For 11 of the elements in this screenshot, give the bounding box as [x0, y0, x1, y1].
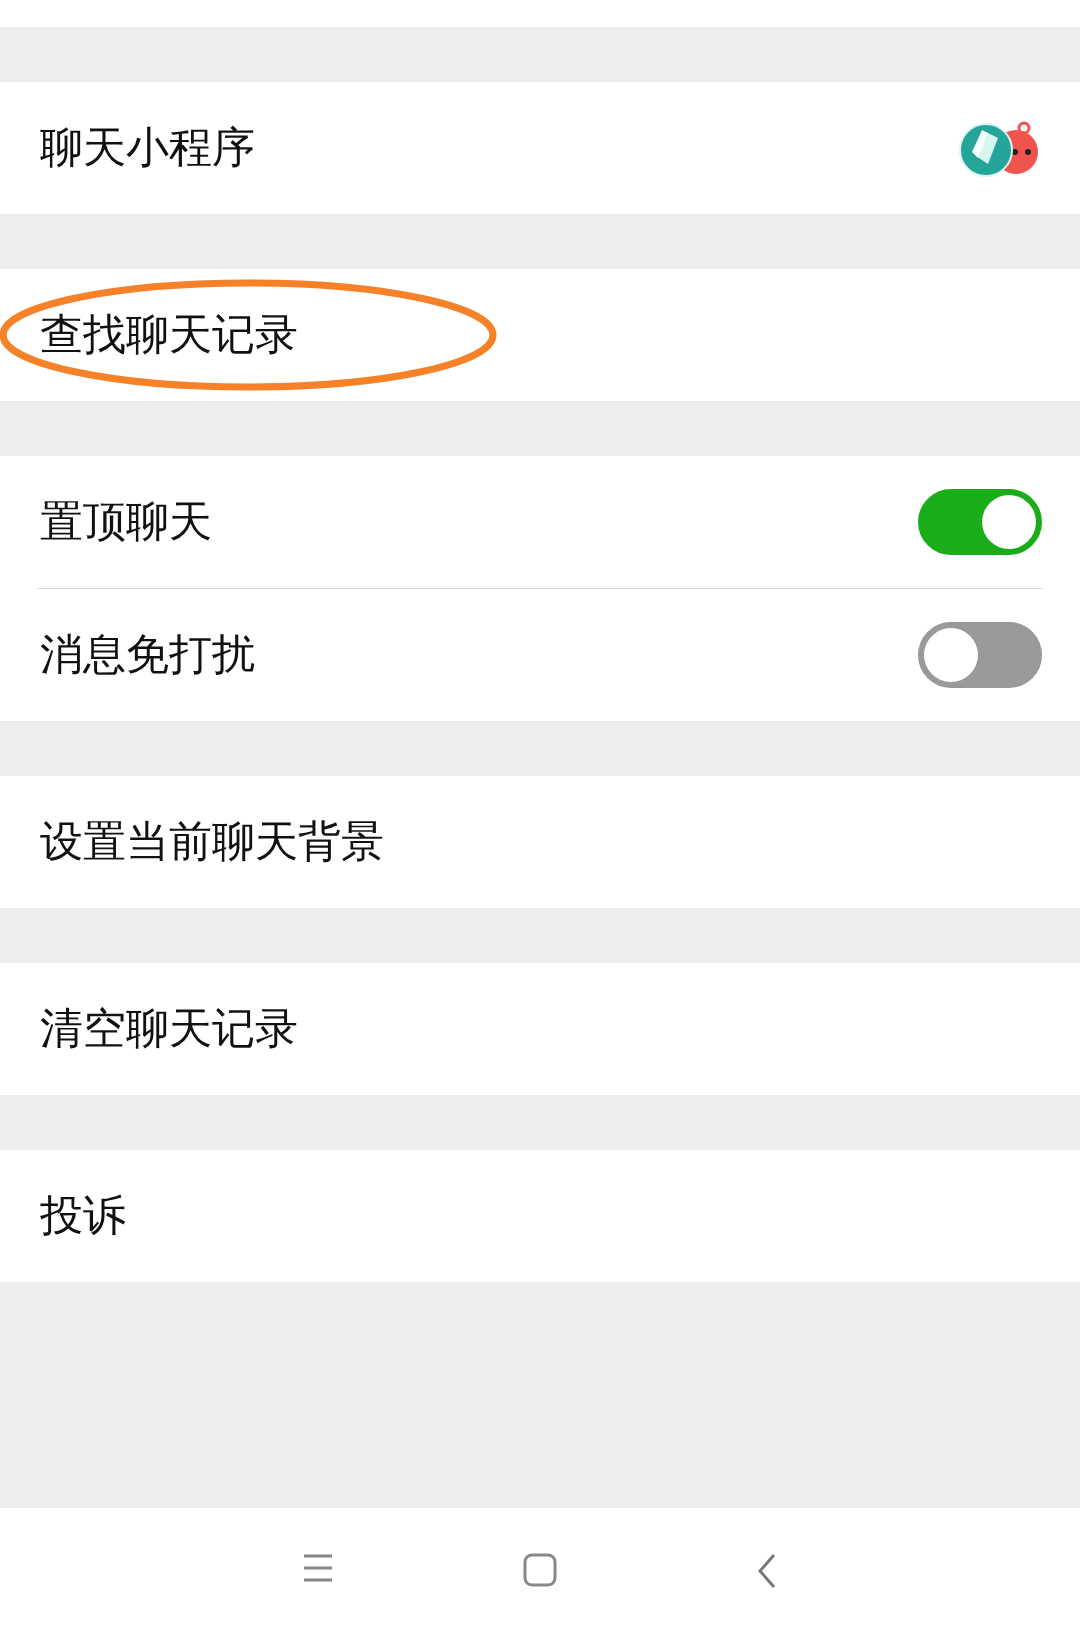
setting-label: 置顶聊天 [40, 495, 212, 548]
setting-label: 清空聊天记录 [40, 1002, 298, 1055]
tickets-icon [959, 123, 1013, 177]
home-icon[interactable] [523, 1553, 557, 1587]
menu-icon[interactable] [302, 1553, 334, 1583]
setting-label: 投诉 [40, 1189, 126, 1242]
setting-label: 设置当前聊天背景 [40, 815, 384, 868]
setting-label: 消息免打扰 [40, 628, 255, 681]
setting-label: 查找聊天记录 [40, 308, 298, 361]
back-icon[interactable] [756, 1553, 778, 1589]
setting-label: 聊天小程序 [40, 121, 255, 174]
